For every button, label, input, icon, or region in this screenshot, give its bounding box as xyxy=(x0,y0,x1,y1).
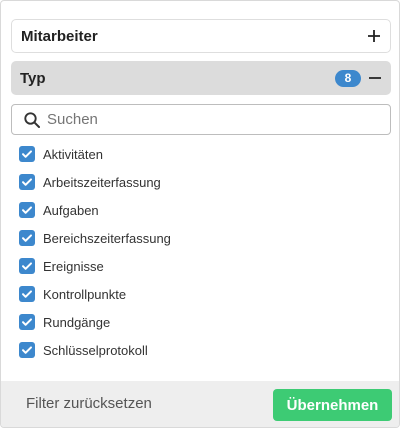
section-employees-header[interactable]: Mitarbeiter xyxy=(11,19,391,53)
search-input[interactable] xyxy=(47,111,367,128)
list-item-label: Aufgaben xyxy=(43,202,99,218)
check-icon xyxy=(22,262,32,270)
list-item-label: Schlüsselprotokoll xyxy=(43,342,148,358)
checkbox[interactable] xyxy=(19,230,35,246)
checkbox[interactable] xyxy=(19,174,35,190)
list-item[interactable]: Kontrollpunkte xyxy=(19,280,379,308)
search-box[interactable] xyxy=(11,104,391,135)
filter-panel: Mitarbeiter Typ 8 Aktivitäten Arbeitszeit… xyxy=(0,0,400,428)
list-item-label: Kontrollpunkte xyxy=(43,286,127,302)
list-item[interactable]: Ereignisse xyxy=(19,252,379,280)
list-item[interactable]: Arbeitszeiterfassung xyxy=(19,168,379,196)
check-icon xyxy=(22,346,32,354)
check-icon xyxy=(22,178,32,186)
list-item-label: Ereignisse xyxy=(43,258,104,274)
footer-bar: Filter zurücksetzen Übernehmen xyxy=(1,381,399,427)
minus-icon[interactable] xyxy=(367,70,383,86)
check-icon xyxy=(22,234,32,242)
list-item[interactable]: Schlüsselprotokoll xyxy=(19,336,379,364)
list-item-label: Arbeitszeiterfassung xyxy=(43,174,161,190)
section-employees-title: Mitarbeiter xyxy=(21,27,98,45)
checkbox[interactable] xyxy=(19,202,35,218)
section-type-header[interactable]: Typ 8 xyxy=(11,61,391,95)
apply-button[interactable]: Übernehmen xyxy=(273,389,392,421)
checkbox[interactable] xyxy=(19,258,35,274)
check-icon xyxy=(22,150,32,158)
check-icon xyxy=(22,318,32,326)
section-type-title: Typ xyxy=(20,69,46,87)
list-item[interactable]: Aufgaben xyxy=(19,196,379,224)
reset-filter-button[interactable]: Filter zurücksetzen xyxy=(26,395,152,412)
list-item-label: Rundgänge xyxy=(43,314,111,330)
search-icon xyxy=(23,111,41,129)
check-icon xyxy=(22,206,32,214)
type-checkbox-list: Aktivitäten Arbeitszeiterfassung Aufgaben B… xyxy=(19,140,379,364)
list-item[interactable]: Bereichszeiterfassung xyxy=(19,224,379,252)
checkbox[interactable] xyxy=(19,342,35,358)
checkbox[interactable] xyxy=(19,146,35,162)
checkbox[interactable] xyxy=(19,286,35,302)
list-item[interactable]: Aktivitäten xyxy=(19,140,379,168)
list-item-label: Aktivitäten xyxy=(43,146,103,162)
list-item-label: Bereichszeiterfassung xyxy=(43,230,171,246)
type-count-badge: 8 xyxy=(335,69,361,87)
plus-icon[interactable] xyxy=(366,28,382,44)
checkbox[interactable] xyxy=(19,314,35,330)
list-item[interactable]: Rundgänge xyxy=(19,308,379,336)
check-icon xyxy=(22,290,32,298)
